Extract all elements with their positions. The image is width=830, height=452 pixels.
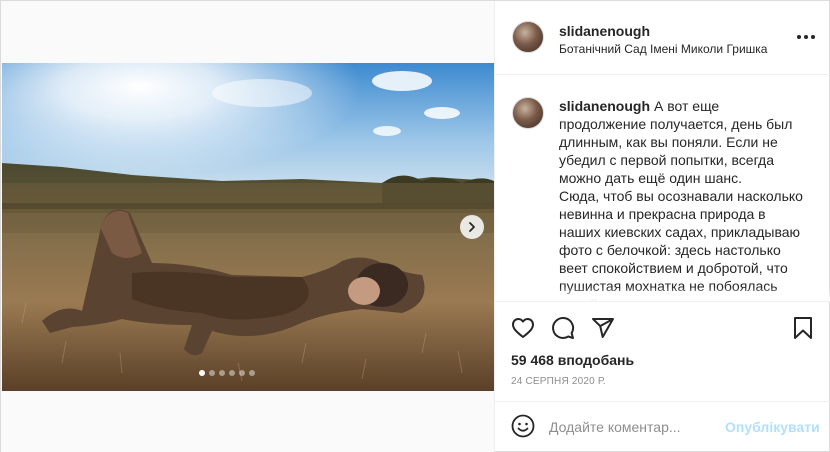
comments-section[interactable]: slidanenough А вот еще продолжение получа…	[495, 75, 830, 301]
send-icon[interactable]	[591, 316, 615, 340]
publish-button[interactable]: Опублікувати	[725, 419, 820, 435]
post-media	[1, 1, 495, 452]
chevron-right-icon	[469, 222, 475, 232]
caption-text: Сюда, чтоб вы осознавали насколько невин…	[559, 188, 803, 301]
post-date[interactable]: 24 СЕРПНЯ 2020 Р.	[511, 376, 606, 387]
carousel-indicator	[199, 370, 255, 376]
avatar[interactable]	[512, 97, 544, 129]
caption-username-link[interactable]: slidanenough	[559, 98, 650, 114]
likes-count[interactable]: 59 468 вподобань	[511, 352, 634, 368]
heart-icon[interactable]	[511, 316, 535, 340]
scroll-fade	[495, 287, 830, 301]
more-horizontal-icon	[797, 35, 801, 39]
avatar[interactable]	[512, 21, 544, 53]
emoji-icon[interactable]	[511, 414, 535, 438]
more-horizontal-icon	[804, 35, 808, 39]
carousel-dot	[199, 370, 205, 376]
photo-image	[2, 63, 494, 391]
post-caption: slidanenough А вот еще продолжение получа…	[559, 97, 809, 301]
post-header: slidanenough Ботанічний Сад Імені Миколи…	[495, 1, 830, 75]
more-horizontal-icon	[811, 35, 815, 39]
carousel-next-button[interactable]	[460, 215, 484, 239]
post-actions: 59 468 вподобань 24 СЕРПНЯ 2020 Р.	[495, 301, 830, 401]
comment-icon[interactable]	[551, 316, 575, 340]
comment-input[interactable]	[549, 412, 719, 442]
post-side-panel: slidanenough Ботанічний Сад Імені Миколи…	[495, 1, 830, 452]
carousel-dot	[249, 370, 255, 376]
comment-composer: Опублікувати	[495, 401, 830, 452]
username-link[interactable]: slidanenough	[559, 23, 650, 39]
bookmark-icon[interactable]	[791, 316, 815, 340]
carousel-dot	[239, 370, 245, 376]
carousel-dot	[209, 370, 215, 376]
instagram-post: slidanenough Ботанічний Сад Імені Миколи…	[0, 0, 830, 452]
carousel-dot	[229, 370, 235, 376]
more-options-button[interactable]	[797, 31, 815, 43]
post-photo[interactable]	[2, 63, 494, 391]
location-link[interactable]: Ботанічний Сад Імені Миколи Гришка	[559, 42, 767, 56]
carousel-dot	[219, 370, 225, 376]
